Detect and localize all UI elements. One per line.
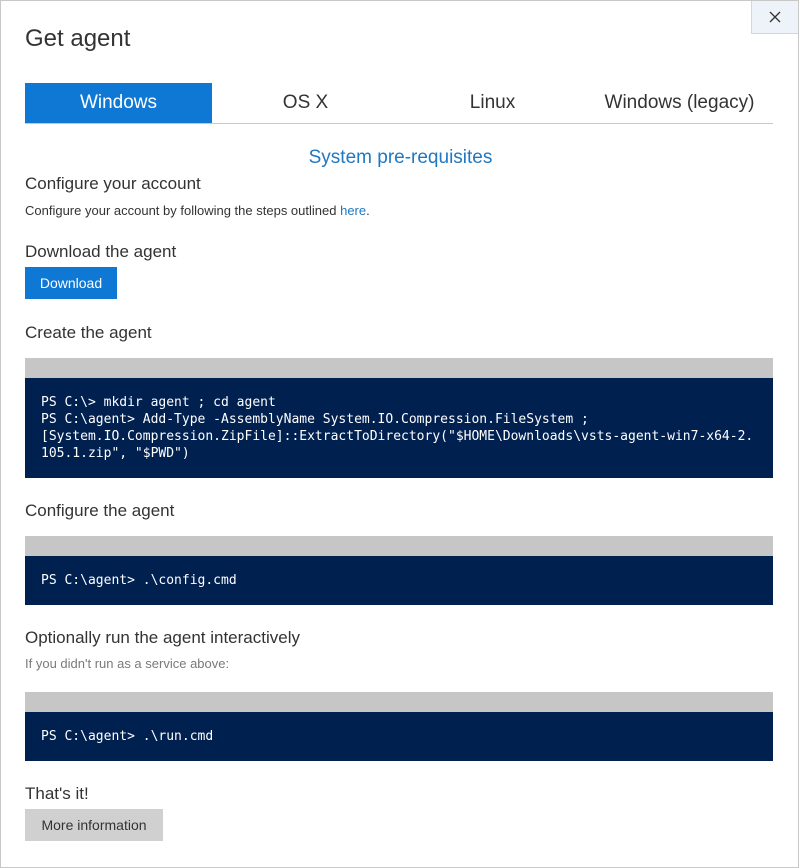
dialog-title: Get agent — [25, 25, 131, 52]
download-agent-heading: Download the agent — [25, 242, 177, 261]
create-agent-code-block: PS C:\> mkdir agent ; cd agent PS C:\age… — [25, 358, 773, 478]
run-agent-code[interactable]: PS C:\agent> .\run.cmd — [25, 712, 773, 761]
configure-agent-code[interactable]: PS C:\agent> .\config.cmd — [25, 556, 773, 605]
create-agent-code[interactable]: PS C:\> mkdir agent ; cd agent PS C:\age… — [25, 378, 773, 478]
run-agent-note: If you didn't run as a service above: — [25, 656, 230, 671]
here-link[interactable]: here — [340, 203, 366, 218]
run-agent-code-block: PS C:\agent> .\run.cmd — [25, 692, 773, 761]
configure-agent-code-block: PS C:\agent> .\config.cmd — [25, 536, 773, 605]
download-button[interactable]: Download — [25, 267, 117, 299]
platform-tabs: Windows OS X Linux Windows (legacy) — [25, 83, 773, 124]
close-button[interactable] — [751, 1, 798, 34]
configure-account-text: Configure your account by following the … — [25, 203, 370, 218]
thats-it-heading: That's it! — [25, 784, 89, 803]
system-prerequisites-link[interactable]: System pre-requisites — [1, 147, 799, 169]
get-agent-dialog: Get agent Windows OS X Linux Windows (le… — [0, 0, 799, 868]
tab-windows[interactable]: Windows — [25, 83, 212, 123]
run-agent-heading: Optionally run the agent interactively — [25, 628, 300, 647]
tab-osx[interactable]: OS X — [212, 83, 399, 123]
code-toolbar — [25, 692, 773, 712]
code-toolbar — [25, 536, 773, 556]
close-icon — [769, 11, 781, 23]
configure-agent-heading: Configure the agent — [25, 501, 175, 520]
configure-account-suffix: . — [366, 203, 370, 218]
more-information-button[interactable]: More information — [25, 809, 163, 841]
code-toolbar — [25, 358, 773, 378]
tab-linux[interactable]: Linux — [399, 83, 586, 123]
tab-windows-legacy[interactable]: Windows (legacy) — [586, 83, 773, 123]
configure-account-heading: Configure your account — [25, 174, 201, 193]
configure-account-description: Configure your account by following the … — [25, 203, 341, 218]
create-agent-heading: Create the agent — [25, 323, 152, 342]
